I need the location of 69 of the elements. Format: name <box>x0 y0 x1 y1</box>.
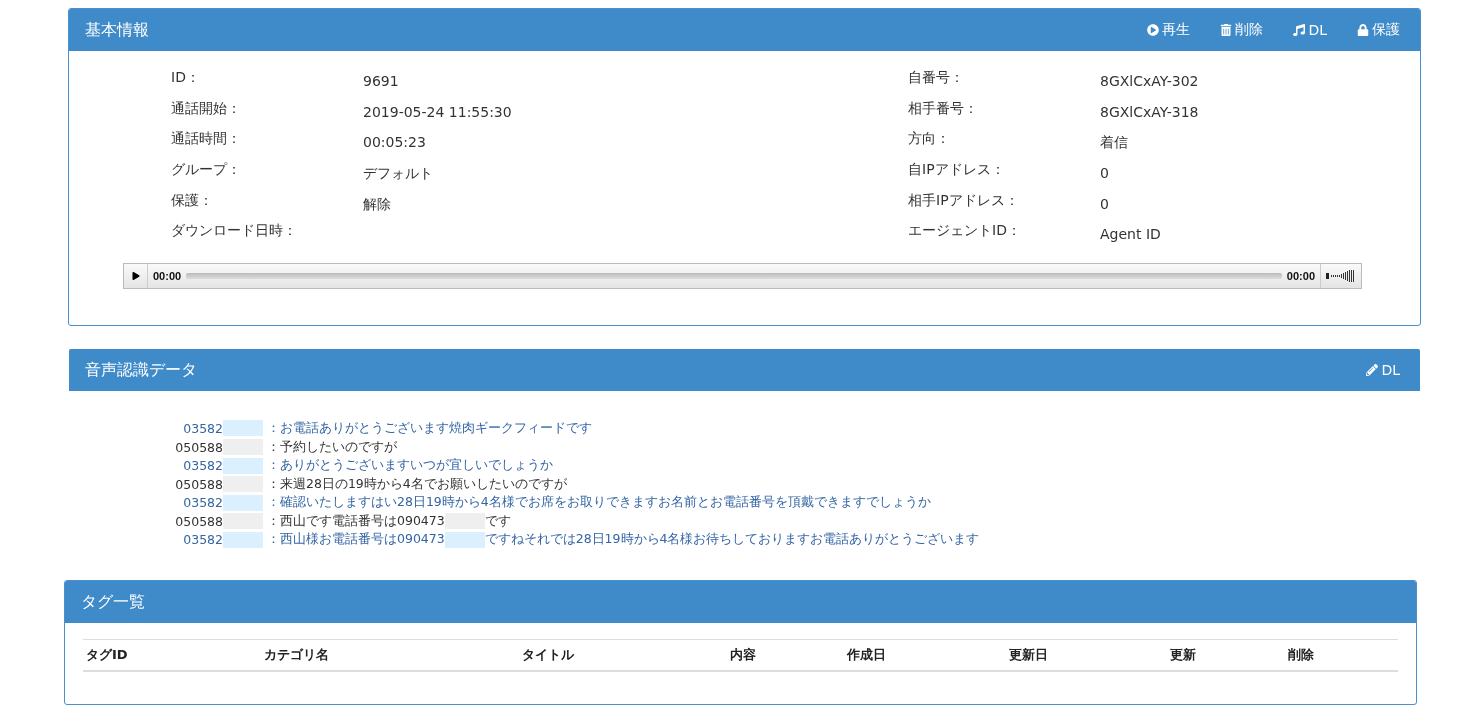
field-label: ダウンロード日時： <box>171 222 298 241</box>
field-label: エージェントID： <box>908 222 1022 241</box>
column-header: カテゴリ名 <box>264 646 330 665</box>
column-header: タイトル <box>522 646 575 665</box>
header-action-link[interactable]: 再生 <box>1147 21 1191 39</box>
utterance-text: ：お電話ありがとうございます焼肉ギークフィードです <box>266 419 592 437</box>
utterance-text: ：西山です電話番号は090473 <box>266 512 445 530</box>
field-label: 自IPアドレス： <box>908 161 1006 180</box>
redacted-block <box>223 457 263 474</box>
field-value: 9691 <box>363 72 400 89</box>
lock-icon <box>1357 24 1369 36</box>
field-label: 保護： <box>171 191 214 210</box>
utterance-text: ですねそれでは28日19時から4名様お待ちしておりますお電話ありがとうございます <box>484 531 980 549</box>
header-action-link[interactable]: DL <box>1293 21 1327 39</box>
speaker-number: 050588 <box>174 513 223 529</box>
redacted-block <box>444 532 485 548</box>
column-header: 作成日 <box>847 646 887 665</box>
field-label: 相手IPアドレス： <box>908 191 1020 210</box>
header-action-link[interactable]: 削除 <box>1220 21 1264 39</box>
utterance-text: ：来週28日の19時から4名でお願いしたいのですが <box>266 475 567 493</box>
field-value: Agent ID <box>1100 225 1162 243</box>
duration-time: 00:00 <box>1285 270 1316 283</box>
field-value: 解除 <box>363 194 392 214</box>
field-value: デフォルト <box>363 164 434 184</box>
trash-icon <box>1220 24 1233 36</box>
panel-title: 音声認識データ <box>85 359 197 381</box>
field-label: 通話開始： <box>171 99 242 118</box>
field-value: 8GXlCxAY-302 <box>1100 72 1200 89</box>
field-label: ID： <box>171 69 201 87</box>
panel-title: タグ一覧 <box>81 591 145 613</box>
field-label: グループ： <box>171 161 242 180</box>
header-action-link[interactable]: DL <box>1366 362 1400 379</box>
column-header: 更新 <box>1170 646 1197 665</box>
utterance-text: ：ありがとうございますいつが宜しいでしょうか <box>266 457 553 475</box>
utterance-text: です <box>484 512 511 530</box>
field-label: 通話時間： <box>171 130 242 149</box>
speaker-number: 03582 <box>182 495 223 511</box>
play-icon <box>1147 24 1160 36</box>
redacted-block <box>223 532 263 548</box>
pencil-icon <box>1366 364 1379 377</box>
field-label: 自番号： <box>908 69 965 87</box>
redacted-block <box>223 420 263 437</box>
redacted-block <box>223 494 263 511</box>
field-value: 0 <box>1100 194 1110 212</box>
column-header: 削除 <box>1288 646 1315 665</box>
music-note-icon <box>1293 24 1306 36</box>
utterance-text: ：予約したいのですが <box>266 438 397 456</box>
volume-icon[interactable] <box>1326 270 1356 283</box>
field-label: 相手番号： <box>908 99 979 118</box>
panel-title: 基本情報 <box>85 19 149 41</box>
utterance-text: ：西山様お電話番号は090473 <box>266 531 445 549</box>
utterance-text: ：確認いたしますはい28日19時から4名様でお席をお取りできますお名前とお電話番号を頂戴できますでしょうか <box>266 494 931 512</box>
column-header: 内容 <box>730 646 757 665</box>
speaker-number: 03582 <box>182 420 223 436</box>
speaker-number: 03582 <box>182 532 223 548</box>
header-action-link[interactable]: 保護 <box>1357 21 1400 39</box>
field-value: 0 <box>1100 164 1110 182</box>
speaker-number: 050588 <box>174 476 223 492</box>
column-header: 更新日 <box>1009 646 1049 665</box>
field-value: 2019-05-24 11:55:30 <box>363 102 513 120</box>
speaker-number: 050588 <box>174 439 223 455</box>
play-icon <box>131 272 140 281</box>
column-header: タグID <box>86 646 129 665</box>
elapsed-time: 00:00 <box>152 270 183 283</box>
field-label: 方向： <box>908 130 951 149</box>
field-value: 00:05:23 <box>363 133 427 151</box>
field-value: 8GXlCxAY-318 <box>1100 102 1200 120</box>
field-value: 着信 <box>1100 133 1129 153</box>
speaker-number: 03582 <box>182 458 223 474</box>
